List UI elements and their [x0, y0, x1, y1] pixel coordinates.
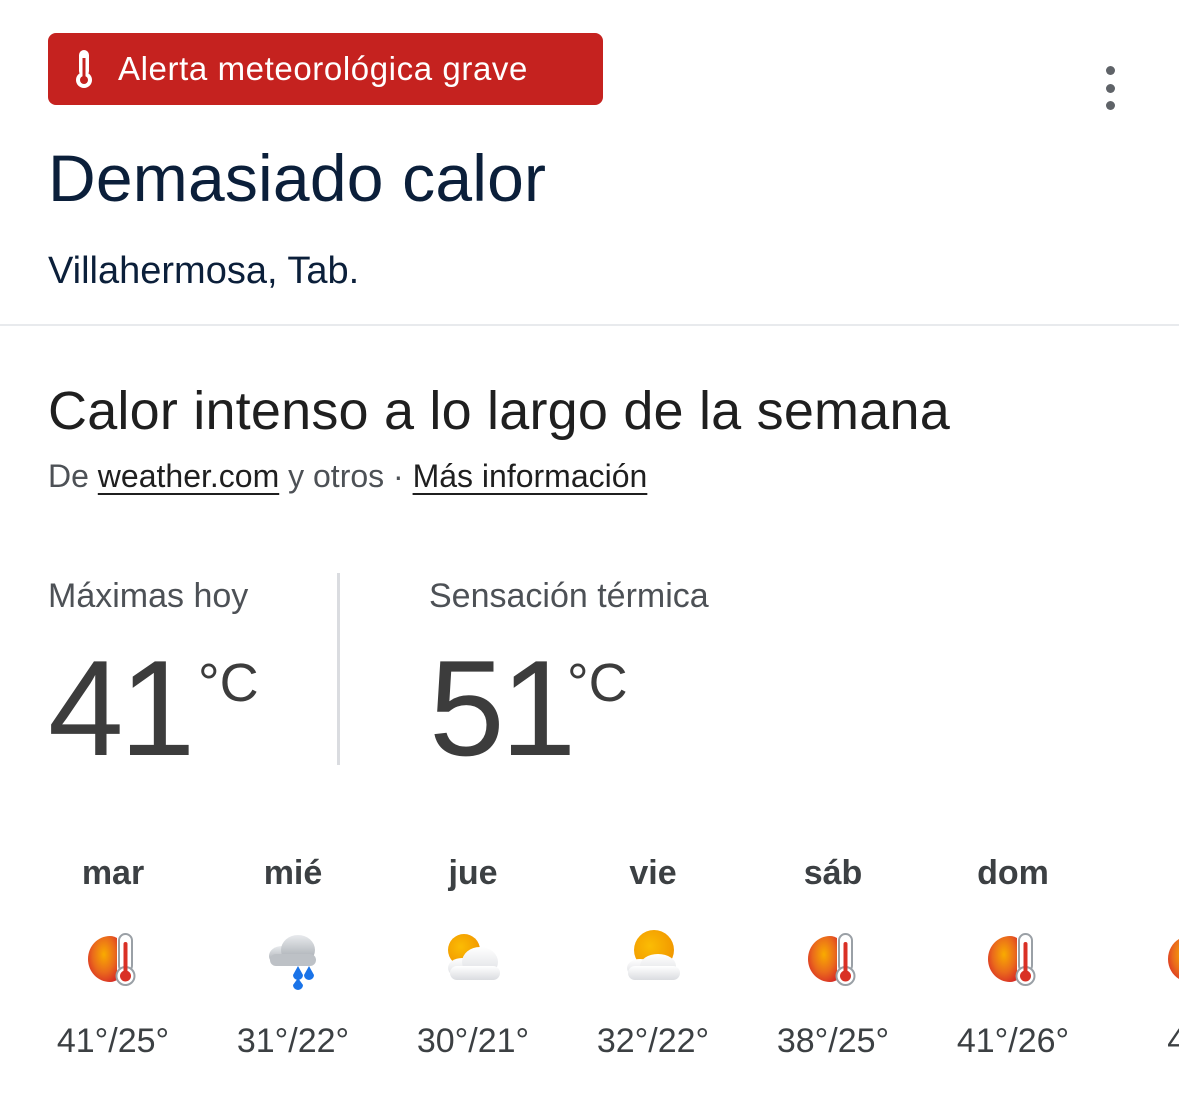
forecast-day[interactable]: mar 41°/25° — [23, 850, 203, 1061]
more-vert-icon-dot — [1105, 83, 1115, 93]
extreme-heat-icon — [80, 926, 146, 992]
more-info-link[interactable]: Más información — [413, 458, 648, 494]
extreme-heat-icon — [1160, 926, 1179, 992]
extreme-heat-icon — [800, 926, 866, 992]
partly-cloudy-icon — [620, 926, 686, 992]
more-options-button[interactable] — [1094, 66, 1126, 110]
forecast-day-name: mié — [263, 854, 323, 892]
max-today-label: Máximas hoy — [48, 577, 249, 615]
feels-like-unit: °C — [567, 653, 628, 713]
forecast-temps: 32°/22° — [596, 1022, 710, 1060]
severe-weather-alert-badge[interactable]: Alerta meteorológica grave — [48, 33, 603, 105]
forecast-temps: 31°/22° — [236, 1022, 350, 1060]
divider — [0, 324, 1179, 326]
forecast-day[interactable]: vie 32°/22° — [563, 850, 743, 1061]
forecast-day-name: sáb — [803, 854, 863, 892]
partly-cloudy-icon — [440, 926, 506, 992]
forecast-temps: 42° — [1167, 1022, 1179, 1060]
more-vert-icon-dot — [1105, 101, 1115, 110]
forecast-day-name: mar — [81, 854, 145, 892]
alert-headline: Demasiado calor — [48, 141, 547, 215]
weekly-forecast: mar 41°/25° mié 31°/22° jue 30°/21° vie … — [0, 850, 1179, 1080]
forecast-temps: 41°/26° — [956, 1022, 1070, 1060]
forecast-day-name: l — [1103, 850, 1179, 896]
extreme-heat-icon — [980, 926, 1046, 992]
forecast-day[interactable]: jue 30°/21° — [383, 850, 563, 1061]
max-today-unit: °C — [198, 653, 259, 713]
alert-label: Alerta meteorológica grave — [118, 50, 528, 87]
feels-like-value: 51 — [429, 632, 576, 784]
forecast-day-name: vie — [629, 854, 677, 892]
source-line: De weather.com y otros · Más información — [48, 458, 647, 495]
forecast-temps: 38°/25° — [776, 1022, 890, 1060]
forecast-temps: 41°/25° — [56, 1022, 170, 1060]
source-suffix: y otros · — [288, 458, 404, 494]
forecast-day-name: jue — [448, 854, 498, 892]
feels-like-label: Sensación térmica — [429, 577, 709, 615]
source-prefix: De — [48, 458, 89, 494]
forecast-day-name: dom — [977, 854, 1049, 892]
more-vert-icon — [1105, 66, 1115, 75]
rain-cloud-icon — [260, 926, 326, 992]
forecast-day[interactable]: l 42° — [1103, 850, 1179, 1061]
section-title: Calor intenso a lo largo de la semana — [48, 381, 950, 441]
forecast-day[interactable]: mié 31°/22° — [203, 850, 383, 1061]
max-today-value: 41 — [48, 632, 195, 784]
location-label: Villahermosa, Tab. — [48, 250, 360, 292]
source-link[interactable]: weather.com — [98, 458, 279, 494]
forecast-day[interactable]: dom 41°/26° — [923, 850, 1103, 1061]
thermometer-icon — [70, 48, 98, 90]
forecast-temps: 30°/21° — [416, 1022, 530, 1060]
stats-divider — [337, 573, 340, 765]
forecast-day[interactable]: sáb 38°/25° — [743, 850, 923, 1061]
